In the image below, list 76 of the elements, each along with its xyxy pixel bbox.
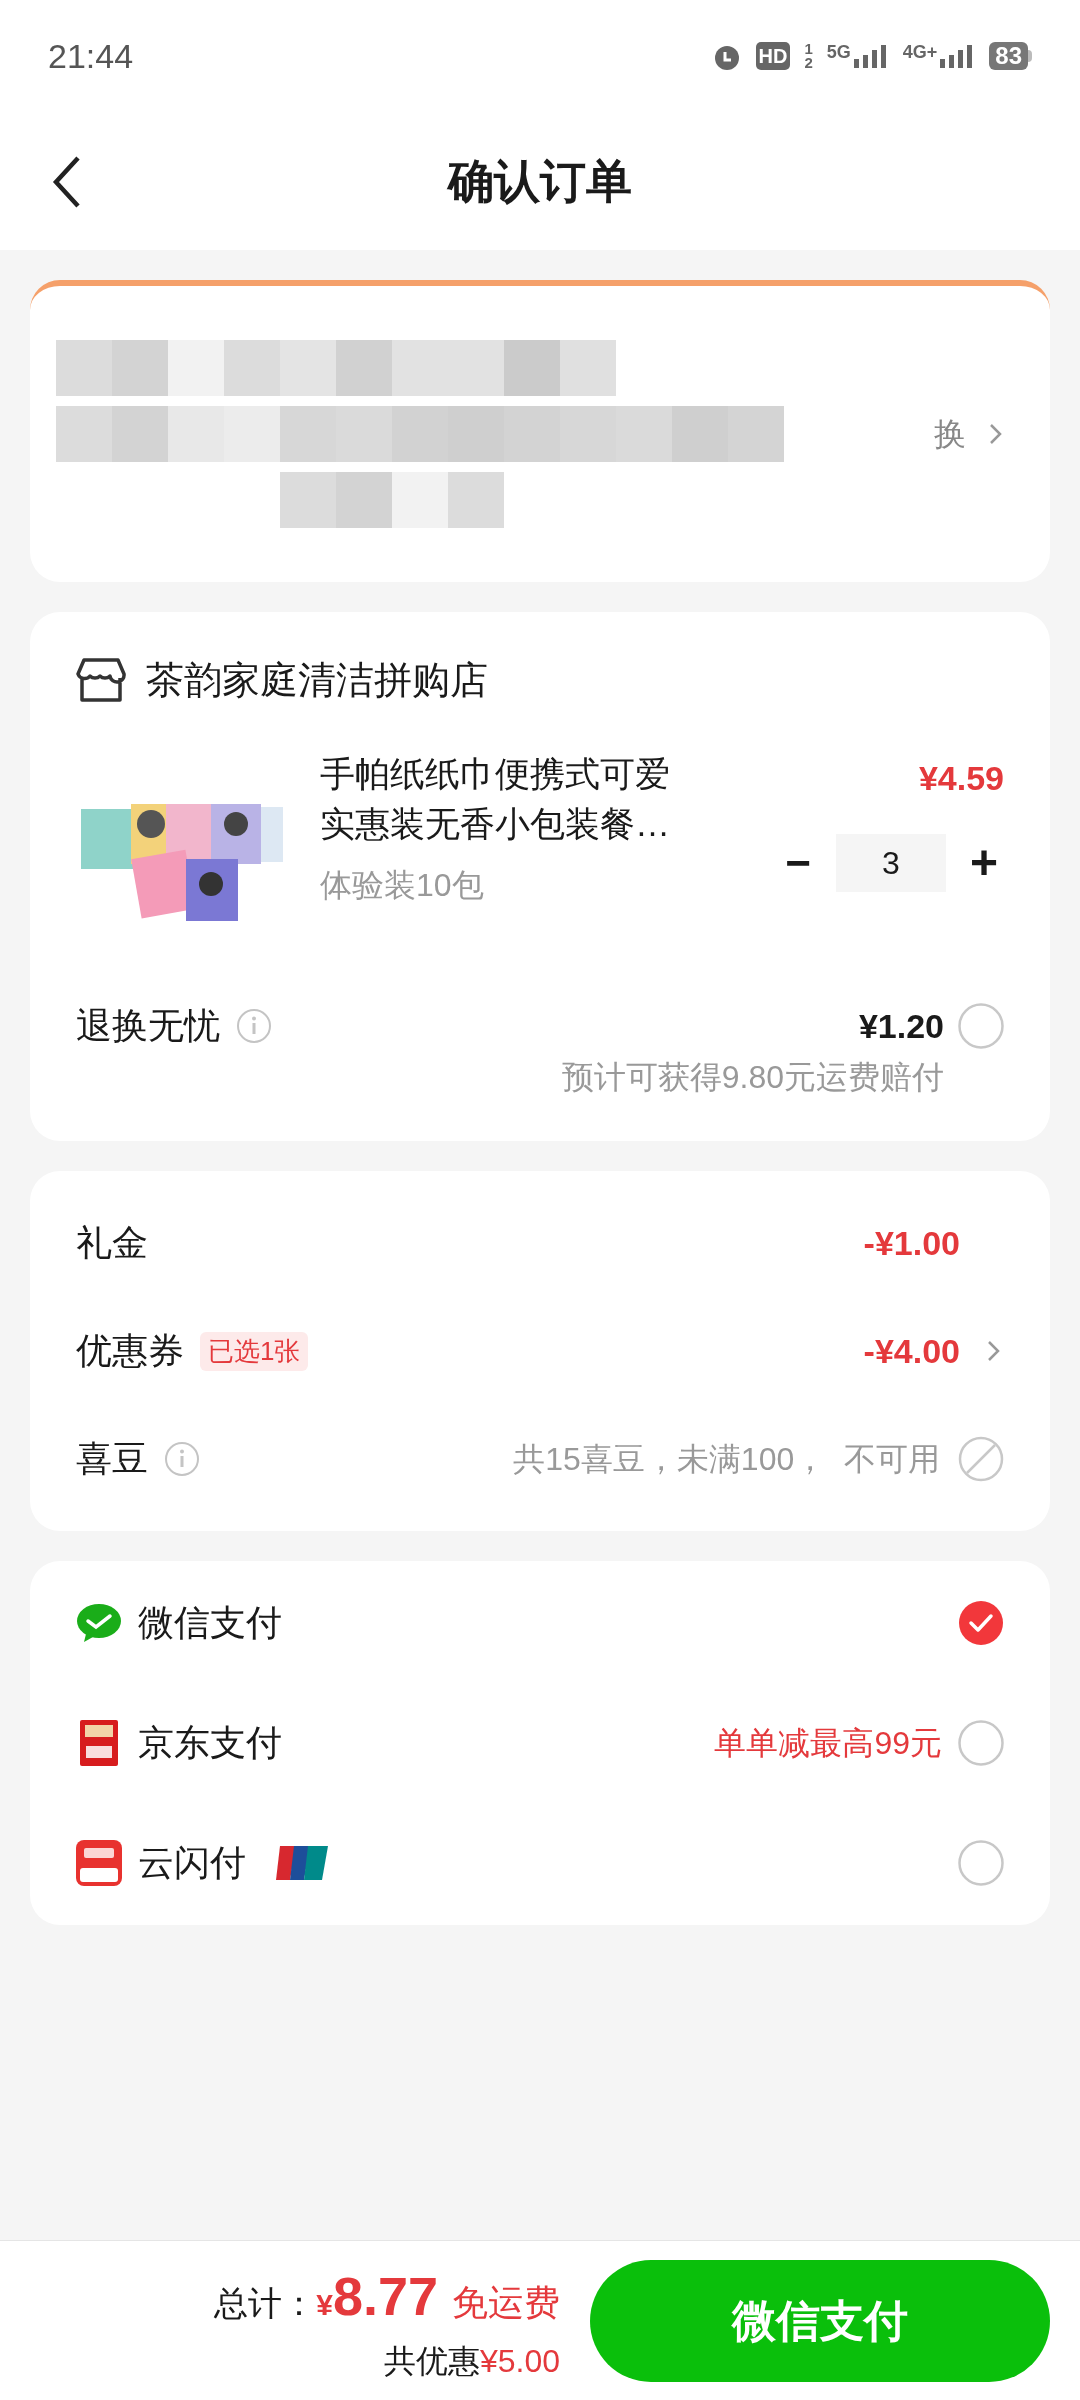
redacted-block <box>504 406 560 462</box>
card-logo-icon <box>274 1844 330 1882</box>
product-title[interactable]: 手帕纸纸巾便携式可爱实惠装无香小包装餐… <box>320 749 690 849</box>
increase-button[interactable]: + <box>964 835 1004 891</box>
radio-icon[interactable] <box>958 1840 1004 1886</box>
product-spec: 体验装10包 <box>320 866 485 905</box>
beans-status: 共15喜豆，未满100， 不可用 <box>513 1440 940 1479</box>
total-label: 总计： <box>214 2283 317 2324</box>
app-icon <box>76 1840 122 1886</box>
insurance-price: ¥1.20 <box>858 1005 944 1047</box>
saving-label: 共优惠 <box>383 2342 480 2381</box>
discount-label: 喜豆 <box>76 1437 148 1481</box>
redacted-block <box>560 406 616 462</box>
unavailable-icon <box>958 1436 1004 1482</box>
redacted-block <box>560 340 616 396</box>
signal-icon <box>852 43 889 69</box>
product-price: ¥4.59 <box>918 758 1004 799</box>
redacted-block <box>392 406 448 462</box>
redacted-block <box>728 406 784 462</box>
sim-number: 2 <box>804 56 813 70</box>
redacted-block <box>336 406 392 462</box>
redacted-block <box>56 406 112 462</box>
redacted-block <box>336 340 392 396</box>
store-name[interactable]: 茶韵家庭清洁拼购店 <box>146 652 488 709</box>
coupon-tag: 已选1张 <box>200 1331 309 1371</box>
redacted-block <box>56 340 112 396</box>
info-icon[interactable] <box>236 1008 272 1044</box>
status-time: 21:44 <box>48 35 134 77</box>
redacted-block <box>168 406 224 462</box>
discount-label: 礼金 <box>76 1221 148 1265</box>
chat-bubble-icon <box>76 1603 122 1643</box>
redacted-block <box>504 340 560 396</box>
payment-method[interactable]: 京东支付 <box>138 1716 282 1770</box>
redacted-block <box>448 472 504 528</box>
saving-amount: ¥5.00 <box>479 2342 560 2381</box>
wallet-icon <box>80 1720 118 1766</box>
redacted-block <box>280 406 336 462</box>
payment-method[interactable]: 微信支付 <box>138 1596 282 1650</box>
currency-sign: ¥ <box>316 2288 333 2323</box>
redacted-block <box>224 340 280 396</box>
discount-label: 优惠券 <box>76 1329 184 1373</box>
quantity-field[interactable]: 3 <box>836 834 946 892</box>
discount-amount: -¥1.00 <box>863 1222 960 1264</box>
radio-checked-icon[interactable] <box>958 1600 1004 1646</box>
shipping-note: 免运费 <box>452 2281 560 2325</box>
payment-method[interactable]: 云闪付 <box>138 1836 246 1890</box>
total-amount: 8.77 <box>332 2265 438 2328</box>
redacted-block <box>336 472 392 528</box>
redacted-block <box>112 340 168 396</box>
network-label: 5G <box>826 43 851 61</box>
switch-link[interactable]: 换 <box>934 410 966 458</box>
redacted-block <box>280 340 336 396</box>
redacted-block <box>168 340 224 396</box>
redacted-block <box>448 406 504 462</box>
info-icon[interactable] <box>164 1441 200 1477</box>
discount-amount: -¥4.00 <box>863 1330 960 1372</box>
redacted-block <box>672 406 728 462</box>
radio-icon[interactable] <box>958 1720 1004 1766</box>
radio-icon[interactable] <box>958 1003 1004 1049</box>
network-label: 4G+ <box>902 43 938 61</box>
address-card[interactable]: 换 <box>30 280 1050 582</box>
hd-badge: HD <box>755 42 791 70</box>
redacted-block <box>224 406 280 462</box>
battery-level: 83 <box>989 42 1028 70</box>
redacted-block <box>280 472 336 528</box>
redacted-block <box>112 406 168 462</box>
payment-promo: 单单减最高99元 <box>714 1724 942 1763</box>
redacted-block <box>392 340 448 396</box>
insurance-note: 预计可获得9.80元运费赔付 <box>561 1058 944 1097</box>
insurance-label: 退换无忧 <box>76 1004 220 1048</box>
redacted-block <box>616 406 672 462</box>
redacted-block <box>448 340 504 396</box>
page-title: 确认订单 <box>448 153 632 209</box>
decrease-button[interactable]: − <box>778 835 818 891</box>
redacted-block <box>392 472 448 528</box>
sim-number: 1 <box>804 42 813 56</box>
